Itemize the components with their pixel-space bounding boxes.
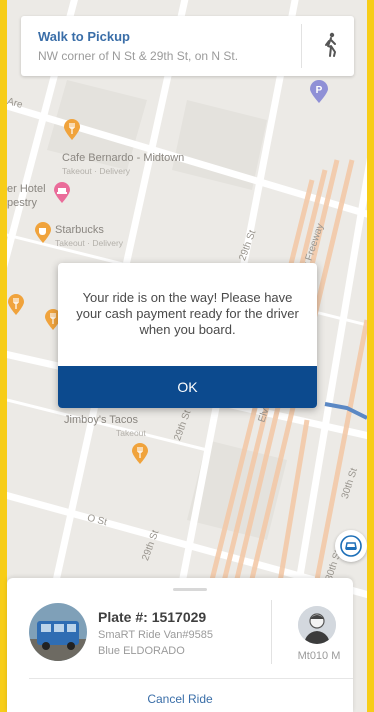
vehicle-name: SmaRT Ride Van#9585 (98, 629, 213, 641)
vehicle-photo (29, 603, 87, 661)
walking-person-icon[interactable] (323, 32, 339, 58)
vehicle-description: Blue ELDORADO (98, 645, 185, 657)
place-label: pestry (7, 197, 37, 209)
walk-title: Walk to Pickup (38, 29, 130, 44)
ride-confirmation-dialog: Your ride is on the way! Please have you… (58, 263, 317, 408)
place-sub-label: Takeout (116, 428, 146, 438)
parking-marker: P (316, 85, 323, 96)
divider (271, 600, 272, 664)
place-label: Starbucks (55, 224, 104, 236)
restaurant-pin-icon[interactable] (63, 119, 81, 141)
cancel-ride-button[interactable]: Cancel Ride (7, 692, 353, 706)
driver-id: Mt010 M (297, 650, 341, 662)
place-label: er Hotel (7, 183, 46, 195)
divider (301, 24, 302, 68)
cafe-pin-icon[interactable] (34, 222, 52, 244)
sheet-drag-handle[interactable] (173, 588, 207, 591)
restaurant-pin-icon[interactable] (7, 294, 25, 316)
driver-avatar (298, 606, 336, 644)
place-sub-label: Takeout · Delivery (55, 238, 124, 248)
place-label: Jimboy's Tacos (64, 414, 139, 426)
app-frame: P Cafe Bernardo - Midtown Takeout · Deli… (0, 0, 374, 712)
parking-pin-icon[interactable]: P (309, 80, 329, 104)
ride-details-sheet[interactable]: Plate #: 1517029 SmaRT Ride Van#9585 Blu… (7, 578, 353, 712)
driver-avatar-icon (298, 606, 336, 644)
vehicle-location-button[interactable] (335, 530, 367, 562)
place-sub-label: Takeout · Delivery (62, 166, 131, 176)
car-icon (340, 535, 362, 557)
divider (29, 678, 353, 679)
plate-number: Plate #: 1517029 (98, 609, 207, 625)
dialog-message: Your ride is on the way! Please have you… (76, 290, 299, 337)
hotel-pin-icon[interactable] (53, 182, 71, 204)
walk-to-pickup-card[interactable]: Walk to Pickup NW corner of N St & 29th … (21, 16, 354, 76)
pickup-location: NW corner of N St & 29th St, on N St. (38, 49, 239, 63)
ok-button[interactable]: OK (58, 366, 317, 408)
place-label: Cafe Bernardo - Midtown (62, 152, 185, 164)
restaurant-pin-icon[interactable] (131, 443, 149, 465)
